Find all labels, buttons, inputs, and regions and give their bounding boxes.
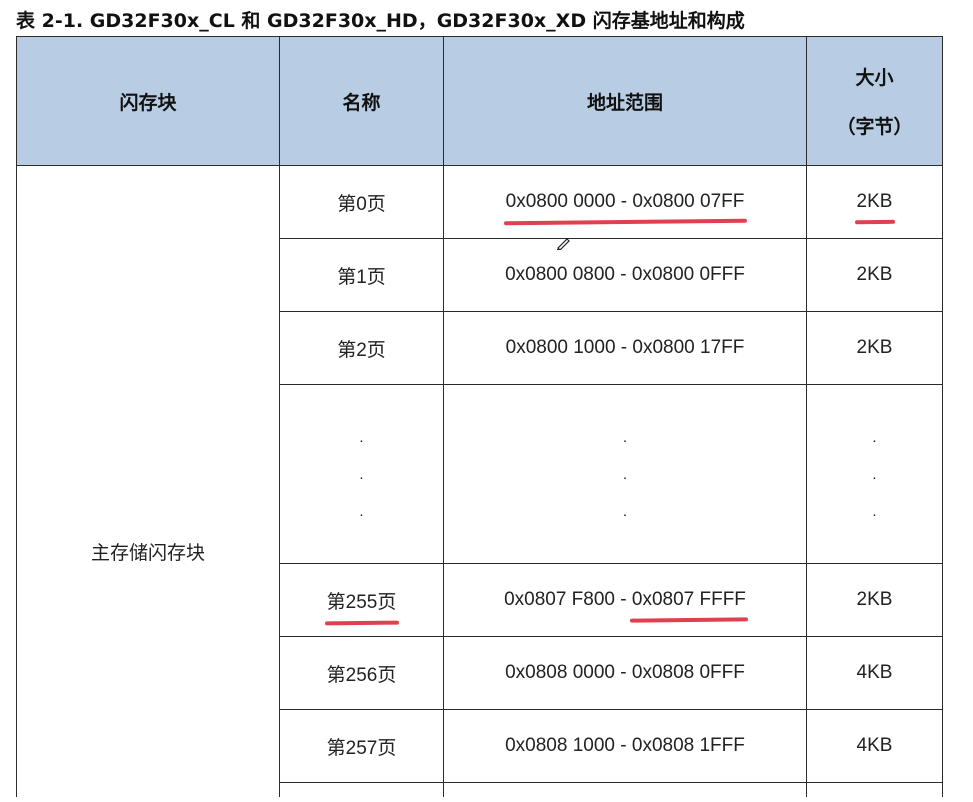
page-name-cell: 第0页 bbox=[279, 165, 444, 239]
size-underlined: 2KB bbox=[857, 191, 893, 213]
address-cell: 0x0800 0000 - 0x0800 07FF bbox=[443, 165, 807, 239]
page-prefix: 第 bbox=[326, 664, 346, 686]
partial-cell bbox=[443, 782, 807, 797]
page-number: 2 bbox=[356, 339, 367, 361]
header-address: 地址范围 bbox=[443, 36, 807, 166]
header-size-line2: （字节） bbox=[836, 116, 913, 138]
table-row: 主存储闪存块 第0页 0x0800 0000 - 0x0800 07FF 2KB bbox=[16, 165, 943, 797]
ellipsis-name-cell: ... bbox=[279, 384, 444, 564]
page-name-cell: 第256页 bbox=[279, 636, 444, 710]
address-start-underlined: 0x0800 0000 - 0x0800 07FF bbox=[506, 191, 745, 213]
page-number: 255 bbox=[345, 591, 378, 613]
address-cell: 0x0800 1000 - 0x0800 17FF bbox=[443, 311, 807, 385]
dot: . bbox=[622, 465, 628, 483]
page-number: 256 bbox=[345, 664, 378, 686]
page-prefix: 第 bbox=[337, 193, 357, 215]
size-cell: 2KB bbox=[806, 311, 943, 385]
size-cell: 2KB bbox=[806, 165, 943, 239]
page-name-cell: 第1页 bbox=[279, 238, 444, 312]
size-cell: 4KB bbox=[806, 636, 943, 710]
table-header-row: 闪存块 名称 地址范围 大小 （字节） bbox=[16, 36, 943, 166]
header-size-line1: 大小 bbox=[855, 67, 894, 89]
page-suffix: 页 bbox=[366, 193, 386, 215]
size-text: 2KB bbox=[856, 191, 893, 212]
page-suffix: 页 bbox=[366, 266, 386, 288]
address-text: 0x0800 0000 - 0x0800 07FF bbox=[505, 191, 745, 212]
page-name-cell: 第257页 bbox=[279, 709, 444, 783]
page-suffix: 页 bbox=[377, 737, 397, 759]
page-number: 257 bbox=[345, 737, 378, 759]
page-suffix: 页 bbox=[377, 591, 397, 613]
dot: . bbox=[359, 428, 364, 446]
flash-address-table: 闪存块 名称 地址范围 大小 （字节） 主存储闪存块 第0页 0x0800 00… bbox=[16, 36, 943, 797]
address-cell: 0x0808 0000 - 0x0808 0FFF bbox=[443, 636, 807, 710]
address-cell: 0x0808 1000 - 0x0808 1FFF bbox=[443, 709, 807, 783]
page-prefix: 第 bbox=[326, 591, 346, 613]
dot: . bbox=[359, 465, 364, 483]
page-prefix: 第 bbox=[326, 737, 346, 759]
dot: . bbox=[872, 428, 877, 446]
page-name-cell: 第2页 bbox=[279, 311, 444, 385]
page-prefix: 第 bbox=[337, 339, 357, 361]
ellipsis-size-cell: ... bbox=[806, 384, 943, 564]
address-start-text: 0x0807 F800 - bbox=[504, 589, 632, 610]
size-cell: 4KB bbox=[806, 709, 943, 783]
page-number: 1 bbox=[356, 266, 367, 288]
page-number: 0 bbox=[356, 193, 367, 215]
address-cell: 0x0800 0800 - 0x0800 0FFF bbox=[443, 238, 807, 312]
size-cell: 2KB bbox=[806, 238, 943, 312]
dot: . bbox=[872, 502, 877, 520]
address-end-underlined: 0x0807 FFFF bbox=[632, 589, 746, 611]
header-size: 大小 （字节） bbox=[806, 36, 943, 166]
table-caption: 表 2-1. GD32F30x_CL 和 GD32F30x_HD，GD32F30… bbox=[16, 10, 745, 32]
main-flash-block-cell: 主存储闪存块 bbox=[16, 165, 280, 797]
ellipsis-address-cell: ... bbox=[443, 384, 807, 564]
page-name-underlined: 第255页 bbox=[327, 587, 397, 614]
partial-cell bbox=[806, 782, 943, 797]
address-cell: 0x0807 F800 - 0x0807 FFFF bbox=[443, 563, 807, 637]
pen-cursor-icon bbox=[557, 238, 570, 250]
dot: . bbox=[359, 502, 364, 520]
page-prefix: 第 bbox=[337, 266, 357, 288]
page-suffix: 页 bbox=[377, 664, 397, 686]
header-name: 名称 bbox=[279, 36, 444, 166]
dot: . bbox=[872, 465, 877, 483]
main-flash-block-label: 主存储闪存块 bbox=[90, 543, 205, 564]
header-block: 闪存块 bbox=[16, 36, 280, 166]
size-cell: 2KB bbox=[806, 563, 943, 637]
partial-cell bbox=[279, 782, 444, 797]
page-name-cell: 第255页 bbox=[279, 563, 444, 637]
dot: . bbox=[622, 428, 628, 446]
page-suffix: 页 bbox=[366, 339, 386, 361]
address-end-text: 0x0807 FFFF bbox=[631, 589, 746, 610]
dot: . bbox=[622, 502, 628, 520]
